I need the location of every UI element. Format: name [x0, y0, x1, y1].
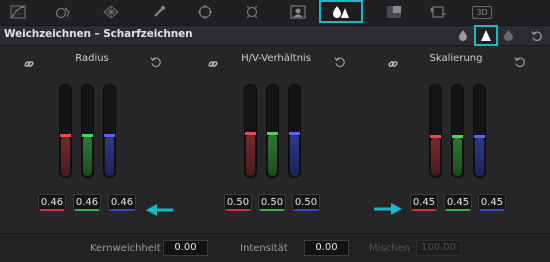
core-softness-field[interactable]: 0.00 [163, 240, 208, 256]
3d-label: 3D [472, 5, 492, 19]
red-slider[interactable] [244, 84, 257, 178]
footer: Kernweichheit 0.00 Intensität 0.00 Misch… [0, 233, 550, 262]
green-value[interactable]: 0.45 [444, 194, 472, 211]
power-window-icon[interactable] [97, 1, 125, 23]
red-value[interactable]: 0.45 [410, 194, 438, 211]
key-icon[interactable] [284, 1, 312, 23]
panel-title: Radius [75, 53, 109, 64]
qualifier-icon[interactable] [50, 1, 78, 23]
reset-icon[interactable] [150, 53, 162, 72]
mist-mode-icon[interactable] [501, 26, 515, 45]
panel-title: H/V-Verhältnis [241, 53, 311, 64]
scaling-panel: Skalierung 0.45 0.45 0.45 [386, 50, 526, 230]
green-slider[interactable] [81, 84, 94, 178]
blue-slider[interactable] [103, 84, 116, 178]
core-softness-label: Kernweichheit [90, 243, 161, 254]
curves-icon[interactable] [4, 1, 32, 23]
magic-mask-icon[interactable] [191, 1, 219, 23]
sizing-icon[interactable] [380, 1, 408, 23]
tracker-icon[interactable] [145, 1, 173, 23]
page-title: Weichzeichnen – Scharfzeichnen [4, 28, 193, 40]
red-slider[interactable] [59, 84, 72, 178]
blur-mode-icon[interactable] [456, 26, 470, 45]
red-value[interactable]: 0.50 [224, 194, 252, 211]
red-slider[interactable] [429, 84, 442, 178]
mix-label: Mischen [369, 243, 410, 254]
red-value[interactable]: 0.46 [38, 194, 66, 211]
annotation-arrow-left [146, 201, 174, 220]
blue-value[interactable]: 0.50 [292, 194, 320, 211]
reset-all-icon[interactable] [528, 26, 546, 45]
blue-value[interactable]: 0.45 [478, 194, 506, 211]
title-bar: Weichzeichnen – Scharfzeichnen [0, 25, 550, 46]
intensity-field[interactable]: 0.00 [304, 240, 349, 256]
blue-slider[interactable] [473, 84, 486, 178]
motion-effects-icon[interactable] [424, 1, 452, 23]
blur-sharpen-icon[interactable] [319, 0, 363, 23]
green-slider[interactable] [451, 84, 464, 178]
green-value[interactable]: 0.46 [73, 194, 101, 211]
blue-value[interactable]: 0.46 [108, 194, 136, 211]
hv-ratio-panel: H/V-Verhältnis 0.50 0.50 0.50 [206, 50, 346, 230]
blue-slider[interactable] [288, 84, 301, 178]
reset-icon[interactable] [514, 53, 526, 72]
green-slider[interactable] [266, 84, 279, 178]
radius-panel: Radius 0.46 0.46 0.46 [22, 50, 162, 230]
green-value[interactable]: 0.50 [258, 194, 286, 211]
toolbar: 3D [0, 0, 550, 26]
3d-icon[interactable]: 3D [468, 1, 496, 23]
mix-field: 100.00 [416, 240, 461, 256]
sharpen-mode-icon[interactable] [474, 25, 498, 46]
panel-title: Skalierung [429, 53, 483, 64]
reset-icon[interactable] [334, 53, 346, 72]
intensity-label: Intensität [240, 243, 288, 254]
blur-icon[interactable] [238, 1, 266, 23]
